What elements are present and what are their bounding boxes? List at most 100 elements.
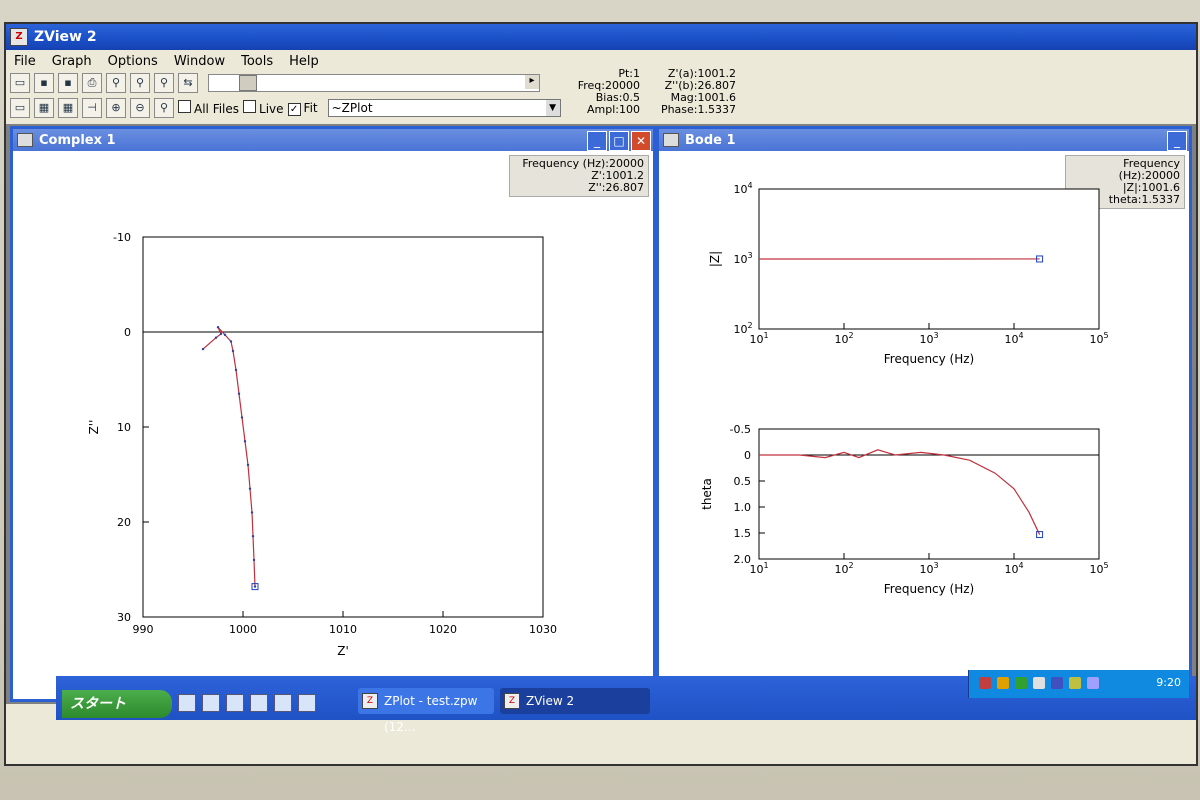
y-tick-label: 0.5 (734, 475, 752, 488)
task-zplot[interactable]: Z ZPlot - test.zpw (12... (358, 688, 494, 734)
data-point (246, 463, 250, 467)
explorer-icon[interactable] (250, 694, 268, 712)
save-as-icon[interactable]: ▪ (58, 73, 78, 93)
plot-frame (142, 236, 544, 618)
x-tick-label: 101 (749, 331, 768, 346)
live-label: Live (259, 102, 284, 116)
open-icon[interactable]: ▭ (10, 73, 30, 93)
data-point (240, 416, 244, 419)
bode-window-titlebar[interactable]: Bode 1 (659, 129, 1189, 151)
grid-icon[interactable]: ▦ (58, 98, 78, 118)
menu-help[interactable]: Help (281, 52, 327, 72)
save-icon[interactable]: ▪ (34, 73, 54, 93)
status-right: Z'(a):1001.2 Z''(b):26.807 Mag:1001.6 Ph… (646, 68, 736, 116)
fit-model-select[interactable]: ~ZPlot ▼ (327, 99, 561, 117)
x-tick-label: 1010 (329, 623, 357, 636)
tray-icon[interactable] (997, 677, 1009, 689)
zplot-app-icon: Z (362, 693, 378, 709)
tray-icon[interactable] (1087, 677, 1099, 689)
tray-icon[interactable] (1051, 677, 1063, 689)
scrollbar-thumb[interactable] (239, 75, 257, 91)
all-files-check-icon[interactable] (178, 100, 191, 113)
minimize-icon[interactable]: _ (587, 131, 607, 151)
live-check-icon[interactable] (243, 100, 257, 113)
menu-file[interactable]: File (6, 52, 44, 72)
desktop-icon[interactable] (178, 694, 196, 712)
start-label: スタート (70, 696, 126, 712)
y-tick-label: 10 (117, 421, 131, 434)
task-zview[interactable]: Z ZView 2 (500, 688, 650, 714)
zoom-fit-icon[interactable]: ⚲ (130, 73, 150, 93)
bode-window[interactable]: Bode 1 _ Frequency (Hz):20000 |Z|:1001.6… (656, 126, 1192, 692)
menu-window[interactable]: Window (166, 52, 233, 72)
media-icon[interactable] (226, 694, 244, 712)
zoom-out-icon[interactable]: ⊖ (130, 98, 150, 118)
menu-tools[interactable]: Tools (233, 52, 281, 72)
y-tick-label: 104 (733, 181, 752, 196)
x-tick-label: 1020 (429, 623, 457, 636)
data-point (248, 487, 252, 490)
tray-icon[interactable] (1033, 677, 1045, 689)
zview-app-icon: Z (504, 693, 520, 709)
data-point (219, 332, 223, 336)
x-tick-label: 103 (919, 561, 938, 576)
tray-icon[interactable] (979, 677, 991, 689)
data-point (243, 440, 247, 443)
x-tick-label: 1030 (529, 623, 557, 636)
data-point (253, 585, 257, 588)
circuit-icon[interactable]: ⊣ (82, 98, 102, 118)
scroll-right-icon[interactable]: ▸ (525, 75, 539, 89)
table-icon[interactable]: ▦ (34, 98, 54, 118)
phase-y-axis-label: theta (700, 478, 714, 510)
zview-app-icon: Z (10, 28, 28, 46)
print-icon[interactable]: ⎙ (82, 73, 102, 93)
magnitude-x-axis-label: Frequency (Hz) (884, 352, 975, 366)
close-icon[interactable]: ✕ (631, 131, 651, 151)
data-scrollbar[interactable]: ▸ (208, 74, 540, 92)
complex-window-titlebar[interactable]: Complex 1 (13, 129, 653, 151)
maximize-icon[interactable]: □ (609, 131, 629, 151)
quick-launch (178, 694, 316, 712)
nyquist-plot[interactable]: 990 1000 1010 1020 1030-100102030Z'Z'' (13, 169, 647, 689)
bode-plot[interactable]: 101 102 103 104 105 102 103 104 Frequency (Hz) |Z… (659, 179, 1183, 679)
folder-icon[interactable]: ▭ (10, 98, 30, 118)
screen: Z ZView 2 File Graph Options Window Tool… (4, 22, 1198, 766)
data-point (216, 326, 220, 329)
x-tick-label: 101 (749, 561, 768, 576)
y-tick-label: 20 (117, 516, 131, 529)
start-button[interactable]: スタート (62, 690, 172, 718)
fit-check-icon[interactable]: ✓ (287, 102, 301, 116)
checkbox-fit[interactable]: ✓ Fit (287, 101, 318, 116)
complex-window[interactable]: Complex 1 _ □ ✕ Frequency (Hz):20000 Z':… (10, 126, 656, 702)
menu-options[interactable]: Options (100, 52, 166, 72)
x-tick-label: 103 (919, 331, 938, 346)
checkbox-all-files[interactable]: All Files (178, 100, 239, 116)
y-axis-label: Z'' (87, 420, 101, 435)
x-tick-label: 104 (1004, 561, 1023, 576)
menu-graph[interactable]: Graph (44, 52, 100, 72)
fit-model-value: ~ZPlot (331, 101, 373, 115)
zoom-reset-icon[interactable]: ⚲ (154, 98, 174, 118)
y-tick-label: 103 (733, 251, 752, 266)
bode-window-title: Bode 1 (685, 132, 736, 148)
zoom-in-icon[interactable]: ⊕ (106, 98, 126, 118)
y-tick-label: -0.5 (730, 423, 751, 436)
ie-icon[interactable] (298, 694, 316, 712)
y-tick-label: 2.0 (734, 553, 752, 566)
tray-icon[interactable] (1069, 677, 1081, 689)
x-tick-label: 102 (834, 331, 853, 346)
swap-icon[interactable]: ⇆ (178, 73, 198, 93)
zoom-data-icon[interactable]: ⚲ (106, 73, 126, 93)
y-tick-label: 30 (117, 611, 131, 624)
chevron-down-icon[interactable]: ▼ (545, 100, 560, 116)
tray-icon[interactable] (1015, 677, 1027, 689)
status-left: Pt:1 Freq:20000 Bias:0.5 Ampl:100 (566, 68, 640, 116)
notepad-icon[interactable] (274, 694, 292, 712)
minimize-icon[interactable]: _ (1167, 131, 1187, 151)
complex-window-title: Complex 1 (39, 132, 116, 148)
data-point (223, 333, 227, 337)
zoom-all-icon[interactable]: ⚲ (154, 73, 174, 93)
browser-icon[interactable] (202, 694, 220, 712)
x-tick-label: 102 (834, 561, 853, 576)
checkbox-live[interactable]: Live (243, 100, 284, 116)
